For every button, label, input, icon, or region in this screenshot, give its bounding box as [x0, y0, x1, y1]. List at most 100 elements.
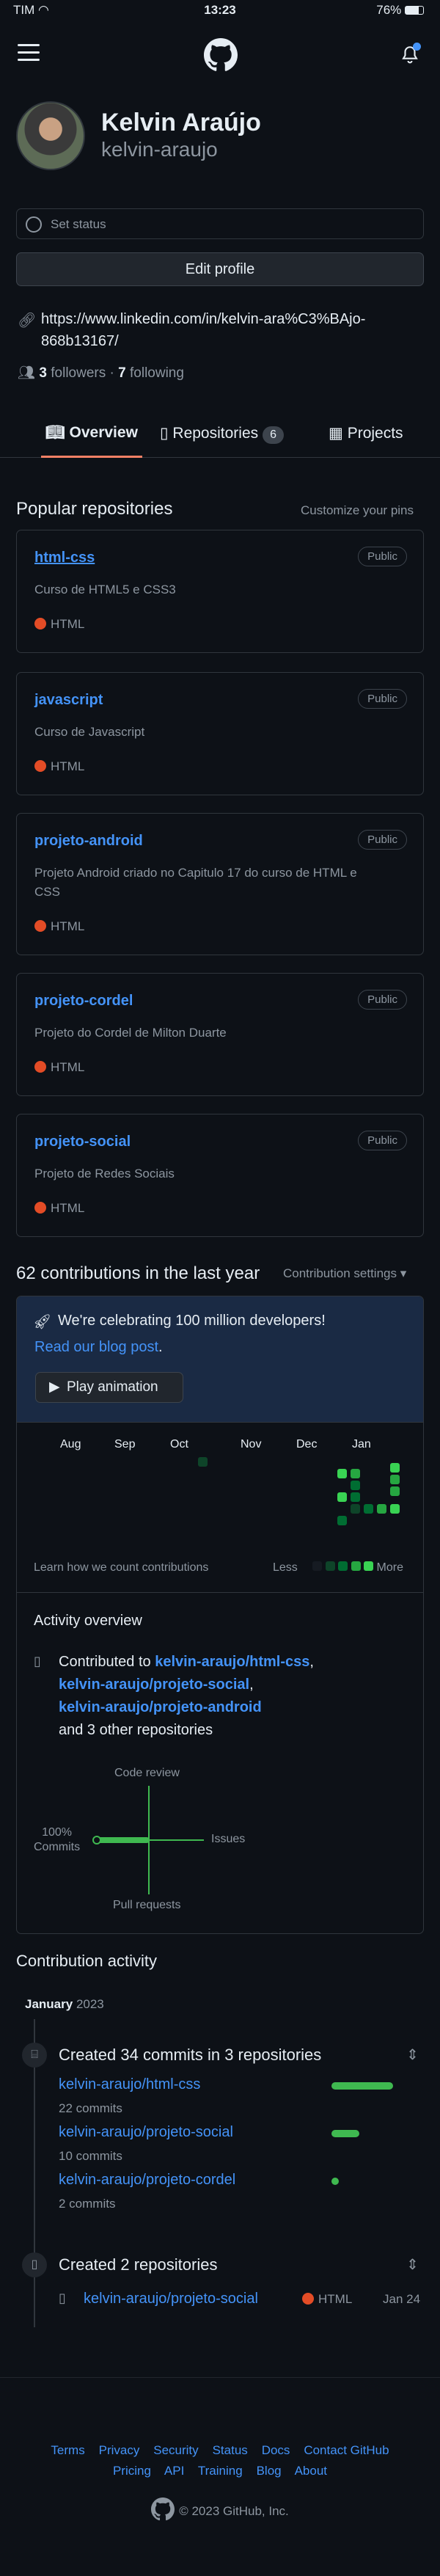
repo-name-link[interactable]: projeto-social	[34, 1134, 131, 1150]
contribution-day[interactable]	[351, 1469, 360, 1478]
repo-description: Projeto Android criado no Capitulo 17 do…	[34, 866, 357, 899]
commit-repo-link[interactable]: kelvin-araujo/projeto-cordel	[59, 2172, 235, 2189]
created-repo-link[interactable]: kelvin-araujo/projeto-social	[84, 2291, 258, 2307]
legend-cell	[338, 1561, 348, 1571]
contribution-day[interactable]	[337, 1492, 347, 1502]
repos-created-summary: Created 2 repositories	[59, 2255, 218, 2274]
rocket-icon: 🚀︎	[33, 1314, 52, 1330]
set-status-button[interactable]: Set status	[16, 208, 424, 239]
repo-name-link[interactable]: projeto-cordel	[34, 993, 133, 1010]
commits-point	[92, 1836, 101, 1845]
contribution-settings-dropdown[interactable]: Contribution settings ▾	[283, 1266, 406, 1281]
footer-links-row-1: Terms Privacy Security Status Docs Conta…	[0, 2443, 440, 2458]
footer-link-about[interactable]: About	[295, 2464, 327, 2478]
repo-name-link[interactable]: projeto-android	[34, 833, 143, 850]
contributed-repo-link[interactable]: kelvin-araujo/projeto-social	[59, 1676, 249, 1693]
repo-card: javascript Public Curso de Javascript HT…	[16, 672, 424, 795]
play-animation-button[interactable]: ▶ Play animation	[35, 1372, 183, 1403]
language-dot	[34, 1061, 46, 1073]
contribution-day[interactable]	[337, 1469, 347, 1478]
footer-link-blog[interactable]: Blog	[257, 2464, 282, 2478]
visibility-badge: Public	[358, 547, 407, 566]
footer-link-privacy[interactable]: Privacy	[99, 2443, 140, 2457]
book-icon: 📖︎	[45, 424, 65, 441]
footer-link-docs[interactable]: Docs	[262, 2443, 290, 2457]
activity-month-heading: January 2023	[25, 1997, 104, 2011]
contribution-day[interactable]	[377, 1504, 386, 1514]
commit-repo-link[interactable]: kelvin-araujo/html-css	[59, 2076, 200, 2093]
edit-profile-button[interactable]: Edit profile	[16, 252, 424, 286]
follow-stats: 👥︎ 3 followers · 7 following	[18, 364, 184, 382]
collapse-icon[interactable]: ⇕	[406, 2046, 419, 2064]
profile-website-link[interactable]: https://www.linkedin.com/in/kelvin-ara%C…	[41, 308, 365, 352]
repo-language: HTML	[34, 617, 84, 632]
footer-link-security[interactable]: Security	[153, 2443, 198, 2457]
commit-count: 22 commits	[59, 2101, 122, 2115]
contributed-to-text: Contributed to kelvin-araujo/html-css, k…	[59, 1654, 314, 1738]
hamburger-menu-button[interactable]	[18, 44, 40, 66]
people-icon: 👥︎	[18, 365, 36, 381]
repo-description: Curso de Javascript	[34, 725, 145, 739]
contribution-day[interactable]	[390, 1475, 400, 1484]
footer-link-contact[interactable]: Contact GitHub	[304, 2443, 389, 2457]
footer-links-row-2: Pricing API Training Blog About	[0, 2464, 440, 2478]
footer-link-pricing[interactable]: Pricing	[113, 2464, 151, 2478]
followers-link[interactable]: 3 followers	[39, 365, 106, 381]
repo-name-link[interactable]: html-css	[34, 550, 95, 566]
separator: ·	[109, 365, 114, 381]
contribution-day[interactable]	[364, 1504, 373, 1514]
repo-name-link[interactable]: javascript	[34, 692, 103, 709]
footer-link-status[interactable]: Status	[213, 2443, 248, 2457]
blog-post-link[interactable]: Read our blog post	[34, 1339, 158, 1355]
footer-link-api[interactable]: API	[164, 2464, 184, 2478]
tab-projects[interactable]: ▦ Projects	[329, 424, 403, 458]
repo-language: HTML	[34, 1060, 84, 1075]
github-logo-icon[interactable]	[204, 38, 238, 72]
language-dot	[34, 920, 46, 932]
tab-overview[interactable]: 📖︎ Overview	[41, 424, 142, 458]
customize-pins-link[interactable]: Customize your pins	[301, 503, 414, 518]
repo-description: Projeto de Redes Sociais	[34, 1167, 175, 1181]
clock: 13:23	[204, 3, 236, 17]
avatar[interactable]	[16, 101, 85, 170]
popular-repositories-title: Popular repositories	[16, 499, 173, 519]
language-dot	[34, 760, 46, 772]
footer-link-training[interactable]: Training	[198, 2464, 243, 2478]
collapse-icon[interactable]: ⇕	[406, 2255, 419, 2274]
contribution-day[interactable]	[390, 1463, 400, 1473]
notifications-button[interactable]	[400, 43, 421, 68]
repo-icon: ▯	[59, 2291, 66, 2305]
created-repo-language: HTML	[302, 2292, 352, 2307]
contribution-day[interactable]	[351, 1492, 360, 1502]
contribution-day[interactable]	[198, 1457, 208, 1467]
month-label: Dec	[296, 1438, 318, 1451]
contribution-graph	[0, 1453, 440, 1533]
contribution-day[interactable]	[390, 1486, 400, 1496]
contributed-repo-link[interactable]: kelvin-araujo/projeto-android	[59, 1699, 262, 1715]
repo-card: projeto-social Public Projeto de Redes S…	[16, 1114, 424, 1237]
visibility-badge: Public	[358, 990, 407, 1010]
set-status-label: Set status	[51, 217, 106, 231]
axis-label-pull-requests: Pull requests	[113, 1899, 181, 1911]
contributed-repo-link[interactable]: kelvin-araujo/html-css	[155, 1654, 309, 1670]
following-link[interactable]: 7 following	[118, 365, 184, 381]
commits-summary: Created 34 commits in 3 repositories	[59, 2046, 322, 2064]
contribution-day[interactable]	[351, 1504, 360, 1514]
commit-repo-link[interactable]: kelvin-araujo/projeto-social	[59, 2124, 233, 2141]
repo-language: HTML	[34, 759, 84, 774]
footer-link-terms[interactable]: Terms	[51, 2443, 84, 2457]
contribution-day[interactable]	[390, 1504, 400, 1514]
notification-dot	[413, 43, 421, 51]
hamburger-icon	[18, 44, 40, 61]
link-icon: 🔗︎	[18, 313, 37, 329]
contribution-day[interactable]	[351, 1481, 360, 1490]
repo-description: Projeto do Cordel de Milton Duarte	[34, 1026, 227, 1040]
profile-name: Kelvin Araújo	[101, 109, 261, 136]
axis-label-code-review: Code review	[114, 1767, 180, 1779]
contribution-day[interactable]	[337, 1516, 347, 1525]
legend-less: Less	[273, 1561, 298, 1574]
profile-login: kelvin-araujo	[101, 138, 218, 161]
learn-contributions-link[interactable]: Learn how we count contributions	[34, 1561, 208, 1575]
repo-language: HTML	[34, 1201, 84, 1216]
tab-repositories[interactable]: ▯ Repositories 6	[160, 424, 285, 458]
